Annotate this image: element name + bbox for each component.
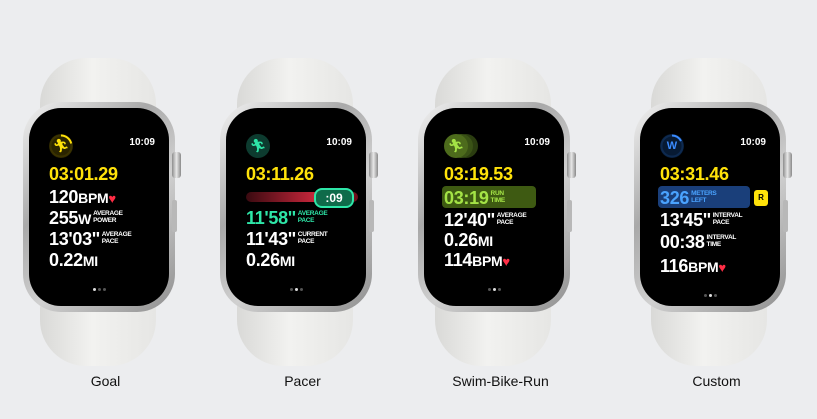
current-pace-value: 11'43'': [246, 229, 296, 249]
run-time-label-2: TIME: [490, 197, 506, 204]
interval-time-label-2: TIME: [706, 241, 722, 248]
run-time-row: 03:19 RUN TIME: [444, 188, 505, 209]
side-button: [369, 200, 374, 232]
side-button: [172, 200, 177, 232]
watch-screen: 🏃︎ 10:09 03:11.26 :09 11'58'' AVERAGE PACE…: [226, 108, 366, 306]
caption-pacer: Pacer: [284, 373, 321, 389]
current-pace-label-2: PACE: [297, 238, 315, 245]
power-row: 255W AVERAGE POWER: [49, 208, 123, 229]
average-pace-label-2: PACE: [496, 219, 514, 226]
interval-time-value: 00:38: [660, 232, 705, 252]
page-indicator: [226, 278, 366, 296]
caption-goal: Goal: [90, 373, 121, 389]
warmup-icon: W: [660, 134, 684, 158]
power-value: 255: [49, 208, 79, 228]
running-figure-icon: 🏃︎: [444, 134, 468, 158]
average-pace-label-1: AVERAGE: [496, 212, 527, 219]
recovery-badge: R: [754, 190, 768, 206]
pace-row: 13'03'' AVERAGE PACE: [49, 229, 132, 250]
interval-pace-value: 13'45'': [660, 210, 711, 230]
meters-left-row: 326 METERS LEFT: [660, 188, 717, 209]
watch-goal: 🏃︎ 10:09 03:01.29 120BPM♥ 255W AVERAGE POW…: [3, 0, 208, 419]
distance-unit: MI: [477, 233, 493, 249]
watch-screen: 🏃︎ 10:09 03:19.53 03:19 RUN TIME 12'40'' AV…: [424, 108, 564, 306]
average-pace-label-1: AVERAGE: [297, 210, 328, 217]
heart-rate-row: 116BPM♥: [660, 256, 726, 277]
pacer-badge: :09: [314, 188, 354, 208]
distance-row: 0.26MI: [444, 230, 493, 251]
pace-label-1: AVERAGE: [101, 231, 132, 238]
running-figure-icon: 🏃︎: [246, 134, 270, 158]
watch-pacer: 🏃︎ 10:09 03:11.26 :09 11'58'' AVERAGE PACE…: [200, 0, 405, 419]
distance-value: 0.26: [246, 250, 280, 270]
running-figure-icon: 🏃︎: [49, 134, 73, 158]
page-indicator: [424, 278, 564, 296]
clock-time: 10:09: [129, 137, 155, 148]
caption-custom: Custom: [692, 373, 741, 389]
heart-rate-value: 116: [660, 256, 689, 276]
heart-icon: ♥: [502, 254, 510, 269]
average-pace-value: 12'40'': [444, 210, 495, 230]
power-unit: W: [78, 211, 92, 227]
pace-label-2: PACE: [101, 238, 119, 245]
interval-pace-row: 13'45'' INTERVAL PACE: [660, 210, 743, 231]
power-label-1: AVERAGE: [93, 210, 123, 217]
heart-icon: ♥: [718, 260, 726, 275]
meters-left-label-1: METERS: [691, 190, 717, 197]
watch-custom: W 10:09 03:31.46 326 METERS LEFT R 13'45''…: [614, 0, 817, 419]
heart-icon: ♥: [108, 191, 116, 206]
heart-rate-row: 120BPM♥: [49, 187, 116, 208]
side-button: [783, 200, 788, 232]
distance-row: 0.22MI: [49, 250, 98, 271]
digital-crown: [567, 152, 576, 178]
watch-screen: 🏃︎ 10:09 03:01.29 120BPM♥ 255W AVERAGE POW…: [29, 108, 169, 306]
page-indicator: [29, 278, 169, 296]
current-pace-label-1: CURRENT: [297, 231, 328, 238]
caption-swim-bike-run: Swim-Bike-Run: [452, 373, 549, 389]
interval-time-label-1: INTERVAL: [706, 234, 737, 241]
digital-crown: [369, 152, 378, 178]
clock-time: 10:09: [524, 137, 550, 148]
heart-rate-unit: BPM: [688, 259, 719, 275]
heart-rate-value: 120: [49, 187, 79, 207]
meters-left-label-2: LEFT: [691, 197, 707, 204]
average-pace-label-2: PACE: [297, 217, 315, 224]
digital-crown: [172, 152, 181, 178]
run-time-value: 03:19: [444, 188, 489, 208]
side-button: [567, 200, 572, 232]
interval-pace-label-1: INTERVAL: [712, 212, 743, 219]
heart-rate-value: 114: [444, 250, 473, 270]
interval-pace-label-2: PACE: [712, 219, 730, 226]
distance-value: 0.26: [444, 230, 478, 250]
clock-time: 10:09: [326, 137, 352, 148]
warmup-letter: W: [666, 140, 678, 152]
power-label-2: POWER: [93, 217, 117, 224]
heart-rate-unit: BPM: [78, 190, 109, 206]
clock-time: 10:09: [740, 137, 766, 148]
run-time-label-1: RUN: [490, 190, 504, 197]
current-pace-row: 11'43'' CURRENT PACE: [246, 229, 328, 250]
elapsed-time: 03:31.46: [660, 164, 729, 184]
page-indicator: [640, 284, 780, 302]
distance-unit: MI: [82, 253, 98, 269]
elapsed-time: 03:19.53: [444, 164, 513, 184]
elapsed-time: 03:11.26: [246, 164, 314, 184]
heart-rate-row: 114BPM♥: [444, 250, 510, 271]
interval-time-row: 00:38 INTERVAL TIME: [660, 232, 736, 253]
distance-value: 0.22: [49, 250, 83, 270]
heart-rate-unit: BPM: [472, 253, 503, 269]
meters-left-value: 326: [660, 188, 690, 208]
elapsed-time: 03:01.29: [49, 164, 118, 184]
average-pace-row: 12'40'' AVERAGE PACE: [444, 210, 527, 231]
pace-value: 13'03'': [49, 229, 100, 249]
distance-row: 0.26MI: [246, 250, 295, 271]
watch-swim-bike-run: 🏃︎ 10:09 03:19.53 03:19 RUN TIME 12'40'' AV…: [398, 0, 603, 419]
average-pace-value: 11'58'': [246, 208, 296, 228]
average-pace-row: 11'58'' AVERAGE PACE: [246, 208, 328, 229]
digital-crown: [783, 152, 792, 178]
distance-unit: MI: [279, 253, 295, 269]
watch-screen: W 10:09 03:31.46 326 METERS LEFT R 13'45''…: [640, 108, 780, 306]
